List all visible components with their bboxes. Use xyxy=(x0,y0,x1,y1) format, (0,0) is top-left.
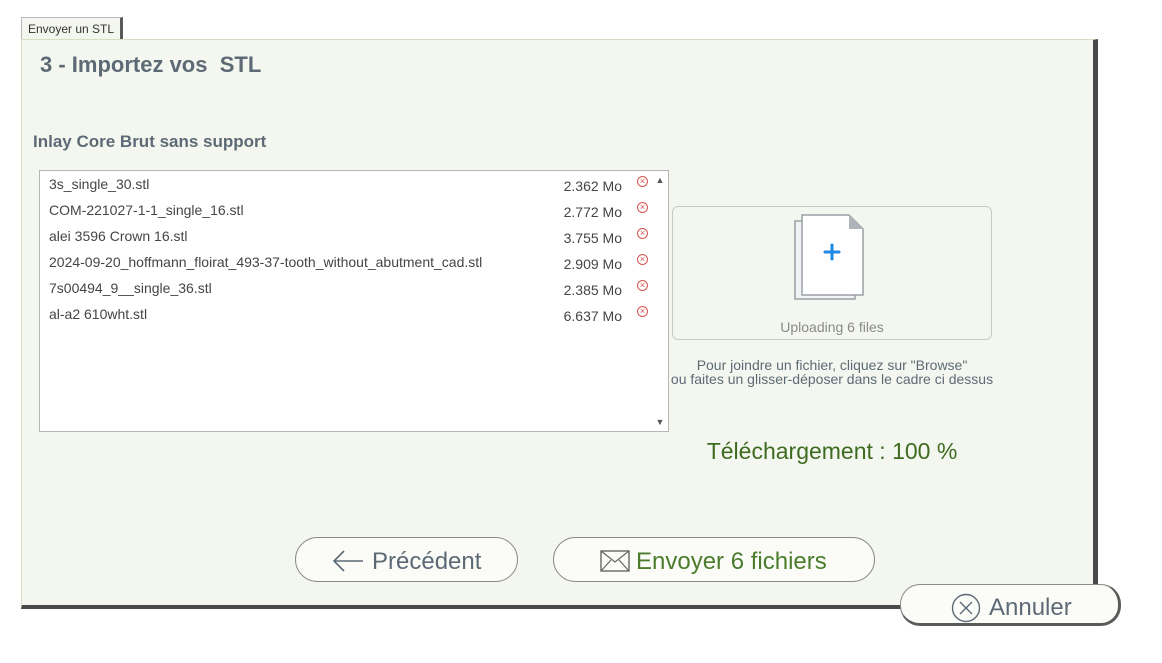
previous-button-label: Précédent xyxy=(372,548,482,575)
cancel-button[interactable]: Annuler xyxy=(900,584,1121,626)
file-size: 3.755 Mo xyxy=(563,230,622,246)
arrow-left-icon xyxy=(332,550,363,572)
file-row: COM-221027-1-1_single_16.stl 2.772 Mo × xyxy=(40,197,648,223)
file-row: alei 3596 Crown 16.stl 3.755 Mo × xyxy=(40,223,648,249)
cancel-button-label: Annuler xyxy=(989,594,1072,621)
file-dropzone[interactable]: Uploading 6 files xyxy=(672,206,992,340)
file-size: 2.772 Mo xyxy=(563,204,622,220)
remove-circle-x-icon[interactable]: × xyxy=(637,202,648,213)
hint-line-2: ou faites un glisser-déposer dans le cad… xyxy=(670,371,994,387)
triangle-up-icon[interactable]: ▲ xyxy=(652,173,668,187)
file-row: 3s_single_30.stl 2.362 Mo × xyxy=(40,171,648,197)
file-size: 2.385 Mo xyxy=(563,282,622,298)
remove-circle-x-icon[interactable]: × xyxy=(637,228,648,239)
file-name: 2024-09-20_hoffmann_floirat_493-37-tooth… xyxy=(49,254,483,270)
file-size: 6.637 Mo xyxy=(563,308,622,324)
document-plus-icon xyxy=(794,214,864,300)
upload-status: Uploading 6 files xyxy=(780,319,884,335)
circle-x-icon xyxy=(951,593,981,623)
send-files-button-label: Envoyer 6 fichiers xyxy=(636,548,827,575)
file-name: COM-221027-1-1_single_16.stl xyxy=(49,202,244,218)
remove-circle-x-icon[interactable]: × xyxy=(637,254,648,265)
file-name: 3s_single_30.stl xyxy=(49,176,150,192)
file-row: al-a2 610wht.stl 6.637 Mo × xyxy=(40,301,648,327)
tab-envoyer-stl[interactable]: Envoyer un STL xyxy=(21,17,124,39)
envelope-icon xyxy=(600,550,630,572)
file-row: 7s00494_9__single_36.stl 2.385 Mo × xyxy=(40,275,648,301)
file-name: al-a2 610wht.stl xyxy=(49,306,148,322)
file-name: 7s00494_9__single_36.stl xyxy=(49,280,212,296)
upload-panel: 3 - Importez vos STL Inlay Core Brut san… xyxy=(21,39,1098,609)
file-list[interactable]: 3s_single_30.stl 2.362 Mo × COM-221027-1-1_… xyxy=(39,170,669,432)
upload-progress: Téléchargement : 100 % xyxy=(706,438,958,464)
remove-circle-x-icon[interactable]: × xyxy=(637,176,648,187)
product-title: Inlay Core Brut sans support xyxy=(33,132,267,151)
file-list-scrollbar[interactable]: ▲ ▼ xyxy=(652,171,668,431)
remove-circle-x-icon[interactable]: × xyxy=(637,280,648,291)
file-size: 2.362 Mo xyxy=(563,178,622,194)
page-title: 3 - Importez vos STL xyxy=(40,52,262,77)
file-size: 2.909 Mo xyxy=(563,256,622,272)
file-row: 2024-09-20_hoffmann_floirat_493-37-tooth… xyxy=(40,249,648,275)
dropzone-hint: Pour joindre un fichier, cliquez sur "Br… xyxy=(662,358,1002,386)
file-name: alei 3596 Crown 16.stl xyxy=(49,228,188,244)
triangle-down-icon[interactable]: ▼ xyxy=(652,415,668,429)
remove-circle-x-icon[interactable]: × xyxy=(637,306,648,317)
previous-button[interactable]: Précédent xyxy=(295,537,518,582)
send-files-button[interactable]: Envoyer 6 fichiers xyxy=(553,537,875,582)
